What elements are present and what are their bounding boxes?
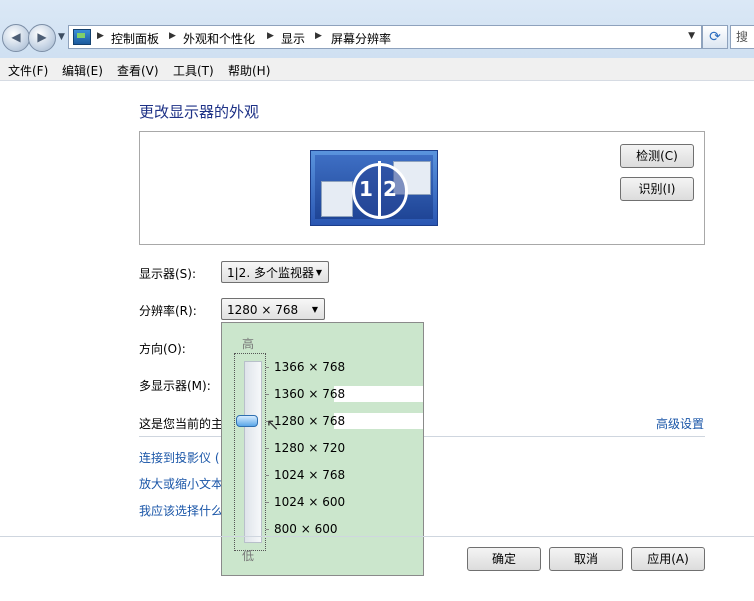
option-highlight [334, 413, 423, 429]
footer-divider [0, 536, 754, 537]
back-button[interactable]: ◀ [2, 24, 30, 52]
connect-projector-link[interactable]: 连接到投影仪 ( [139, 449, 220, 466]
slider-tick [266, 394, 269, 395]
advanced-settings-link[interactable]: 高级设置 [656, 415, 704, 432]
which-settings-link[interactable]: 我应该选择什么 [139, 502, 223, 519]
resolution-option[interactable]: 1366 × 768 [274, 360, 345, 374]
slider-high-label: 高 [242, 337, 255, 351]
resolution-option[interactable]: 1280 × 720 [274, 441, 345, 455]
window-thumbnail [321, 181, 353, 217]
monitor-preview-panel: 1 2 检测(C) 识别(I) [139, 131, 705, 245]
menu-bar: 文件(F) 编辑(E) 查看(V) 工具(T) 帮助(H) [0, 58, 754, 81]
chevron-down-icon: ▼ [311, 305, 318, 314]
slider-low-label: 低 [242, 549, 255, 563]
resolution-select[interactable]: 1280 × 768 ▼ [221, 298, 325, 320]
resolution-slider-track[interactable] [244, 361, 262, 543]
breadcrumb-display[interactable]: 显示 [281, 30, 305, 47]
breadcrumb-separator-icon[interactable]: ▶ [315, 31, 322, 41]
monitor-number-2: 2 [383, 177, 397, 201]
monitor-screen: 1 2 [315, 155, 433, 219]
resolution-option[interactable]: 1024 × 768 [274, 468, 345, 482]
page-title: 更改显示器的外观 [139, 103, 260, 121]
breadcrumb-separator-icon[interactable]: ▶ [169, 31, 176, 41]
breadcrumb-separator-icon[interactable]: ▶ [97, 31, 104, 41]
address-bar[interactable]: ▶ 控制面板 ▶ 外观和个性化 ▶ 显示 ▶ 屏幕分辨率 ▼ [68, 25, 702, 49]
slider-tick [266, 502, 269, 503]
option-highlight [334, 386, 423, 402]
resolution-dropdown[interactable]: 高 ↖ 1366 × 768 1360 × 768 1280 × 768 128… [221, 322, 424, 576]
recent-pages-dropdown[interactable]: ▼ [58, 32, 65, 42]
detect-button[interactable]: 检测(C) [620, 144, 694, 168]
forward-arrow-icon: ▶ [37, 30, 47, 44]
resolution-select-value: 1280 × 768 [227, 303, 299, 317]
resolution-option[interactable]: 1024 × 600 [274, 495, 345, 509]
menu-edit[interactable]: 编辑(E) [62, 62, 103, 79]
resolution-label: 分辨率(R): [139, 304, 197, 318]
orientation-label: 方向(O): [139, 342, 186, 356]
monitor-icon[interactable]: 1 2 [310, 150, 438, 226]
slider-tick [266, 367, 269, 368]
breadcrumb-screen-resolution[interactable]: 屏幕分辨率 [331, 30, 391, 47]
ok-button[interactable]: 确定 [467, 547, 541, 571]
resolution-option-selected[interactable]: 1280 × 768 [274, 414, 345, 428]
menu-file[interactable]: 文件(F) [8, 62, 48, 79]
back-arrow-icon: ◀ [11, 30, 21, 44]
display-select-value: 1|2. 多个监视器 [227, 266, 314, 280]
control-panel-icon [73, 29, 91, 45]
slider-tick [266, 448, 269, 449]
slider-tick [266, 529, 269, 530]
multi-display-label: 多显示器(M): [139, 379, 211, 393]
title-bar: ◀ ▶ ▼ ▶ 控制面板 ▶ 外观和个性化 ▶ 显示 ▶ 屏幕分辨率 ▼ ⟳ 搜 [0, 0, 754, 58]
identify-button[interactable]: 识别(I) [620, 177, 694, 201]
search-input[interactable]: 搜 [730, 25, 754, 49]
text-size-link[interactable]: 放大或缩小文本 [139, 475, 223, 492]
breadcrumb-control-panel[interactable]: 控制面板 [111, 30, 159, 47]
display-select[interactable]: 1|2. 多个监视器 ▼ [221, 261, 329, 283]
resolution-option[interactable]: 800 × 600 [274, 522, 338, 536]
resolution-option[interactable]: 1360 × 768 [274, 387, 345, 401]
monitor-divider [378, 161, 381, 219]
breadcrumb-appearance[interactable]: 外观和个性化 [183, 30, 255, 47]
menu-tools[interactable]: 工具(T) [173, 62, 214, 79]
forward-button[interactable]: ▶ [28, 24, 56, 52]
cancel-button[interactable]: 取消 [549, 547, 623, 571]
address-dropdown-icon[interactable]: ▼ [688, 31, 695, 41]
menu-view[interactable]: 查看(V) [117, 62, 159, 79]
refresh-button[interactable]: ⟳ [702, 25, 728, 49]
slider-tick [266, 475, 269, 476]
resolution-slider-thumb[interactable] [236, 415, 258, 427]
breadcrumb-separator-icon[interactable]: ▶ [267, 31, 274, 41]
chevron-down-icon: ▼ [315, 268, 322, 277]
apply-button[interactable]: 应用(A) [631, 547, 705, 571]
menu-help[interactable]: 帮助(H) [228, 62, 270, 79]
display-label: 显示器(S): [139, 267, 197, 281]
monitor-number-1: 1 [359, 177, 373, 201]
refresh-icon: ⟳ [709, 29, 721, 45]
current-display-text: 这是您当前的主 [139, 417, 224, 431]
